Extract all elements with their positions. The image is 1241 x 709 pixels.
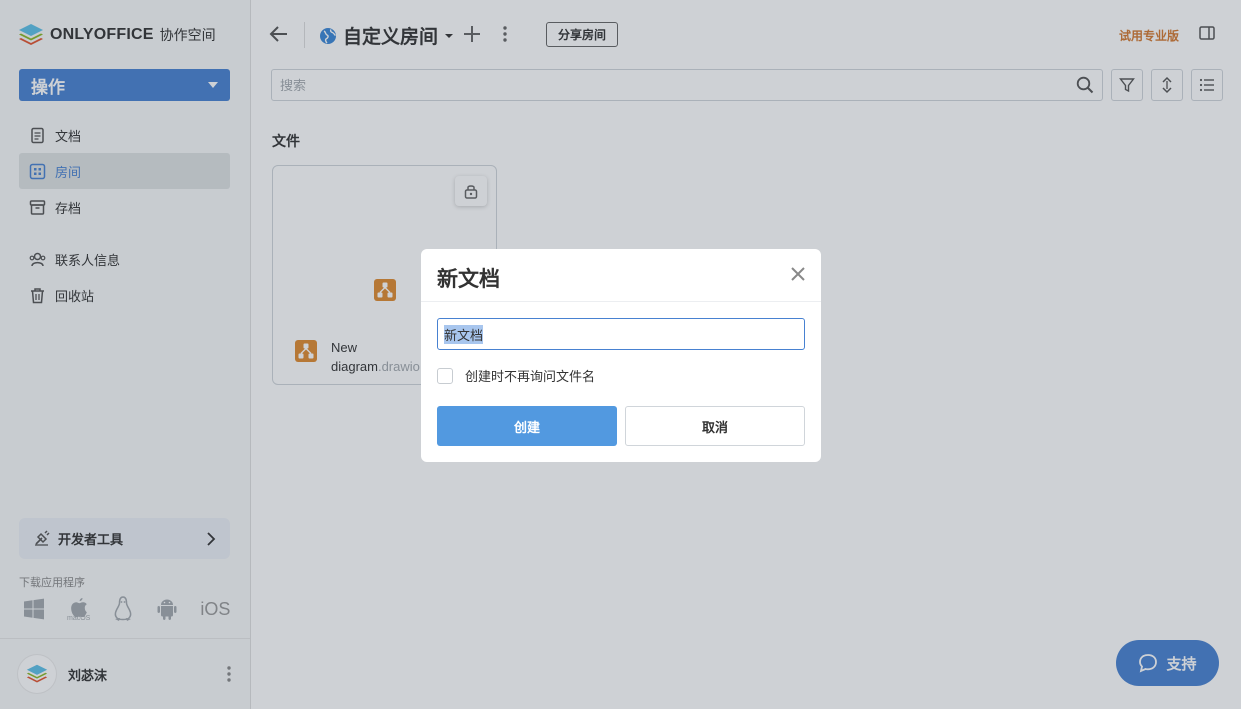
create-label: 创建 bbox=[513, 419, 540, 435]
close-icon[interactable] bbox=[791, 267, 805, 281]
dont-ask-filename-option[interactable]: 创建时不再询问文件名 bbox=[437, 366, 595, 385]
cancel-label: 取消 bbox=[701, 419, 728, 435]
dont-ask-checkbox[interactable] bbox=[437, 367, 453, 384]
document-name-input[interactable] bbox=[437, 318, 805, 350]
dont-ask-label: 创建时不再询问文件名 bbox=[465, 369, 596, 384]
cancel-button[interactable]: 取消 bbox=[625, 406, 805, 446]
dialog-title: 新文档 bbox=[437, 268, 500, 291]
new-document-dialog: 新文档 创建时不再询问文件名 创建 取消 bbox=[421, 249, 821, 462]
create-button[interactable]: 创建 bbox=[437, 406, 617, 446]
dialog-divider bbox=[421, 301, 821, 302]
